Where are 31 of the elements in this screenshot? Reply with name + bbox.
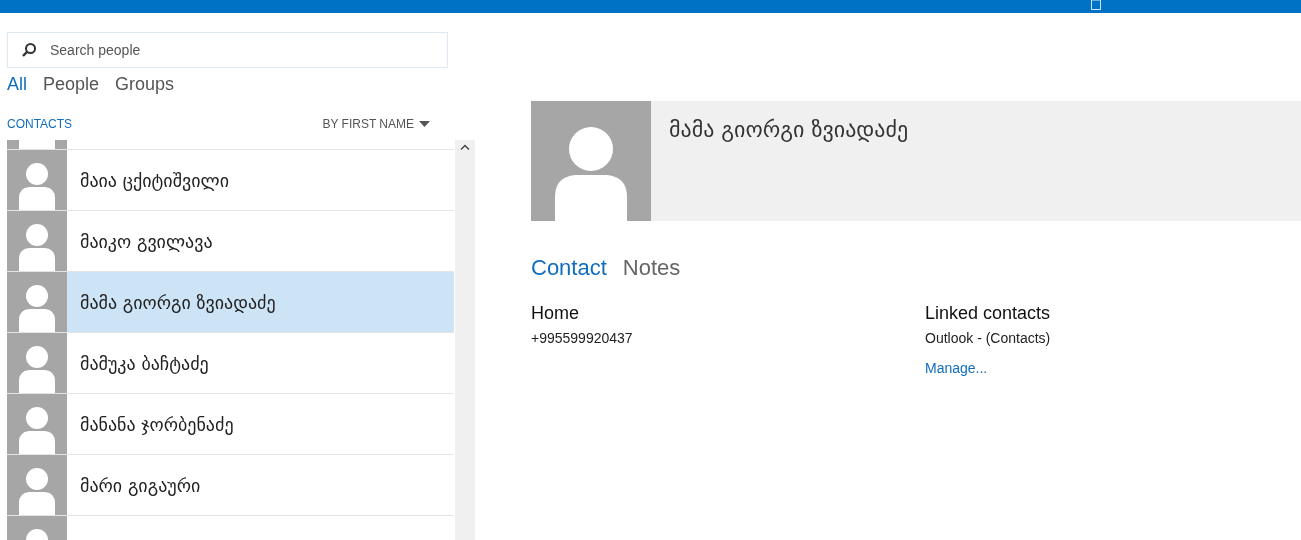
- avatar-icon: [531, 101, 651, 221]
- linked-label: Linked contacts: [925, 303, 1052, 324]
- sort-dropdown[interactable]: BY FIRST NAME: [322, 117, 430, 131]
- contact-name: მარი გიგაური: [80, 474, 201, 496]
- phone-number: +995599920437: [531, 330, 634, 346]
- contact-name: მამუკა ბაჩტაძე: [80, 352, 209, 374]
- phone-label: Home: [531, 303, 580, 324]
- search-field[interactable]: Search people: [7, 32, 448, 68]
- scroll-up-icon[interactable]: [460, 144, 470, 150]
- avatar-icon: [7, 211, 67, 271]
- detail-tab[interactable]: Contact: [531, 255, 607, 281]
- avatar-icon: [7, 272, 67, 332]
- avatar-icon: [7, 333, 67, 393]
- contact-name: მაიკო გვილავა: [80, 230, 213, 252]
- filter-tab[interactable]: All: [7, 74, 27, 96]
- contact-row[interactable]: მამა გიორგი ზვიადაძე: [7, 272, 454, 333]
- search-icon: [21, 42, 37, 58]
- scrollbar[interactable]: [455, 140, 475, 540]
- filter-tab[interactable]: Groups: [115, 74, 175, 96]
- filter-tab[interactable]: People: [43, 74, 100, 96]
- contact-name: მაია ცქიტიშვილი: [80, 169, 229, 191]
- caret-icon: [419, 121, 430, 127]
- contact-title: მამა გიორგი ზვიადაძე: [669, 117, 909, 144]
- linked-source: Outlook - (Contacts): [925, 330, 1052, 346]
- detail-tab[interactable]: Notes: [622, 255, 681, 281]
- avatar-icon: [7, 394, 67, 454]
- list-title: CONTACTS: [7, 117, 73, 131]
- window-icon[interactable]: [1091, 0, 1101, 10]
- manage-link[interactable]: Manage...: [925, 360, 1301, 376]
- contact-name: მანანა ჯორბენაძე: [80, 413, 234, 435]
- contact-name: მამა გიორგი ზვიადაძე: [80, 291, 276, 313]
